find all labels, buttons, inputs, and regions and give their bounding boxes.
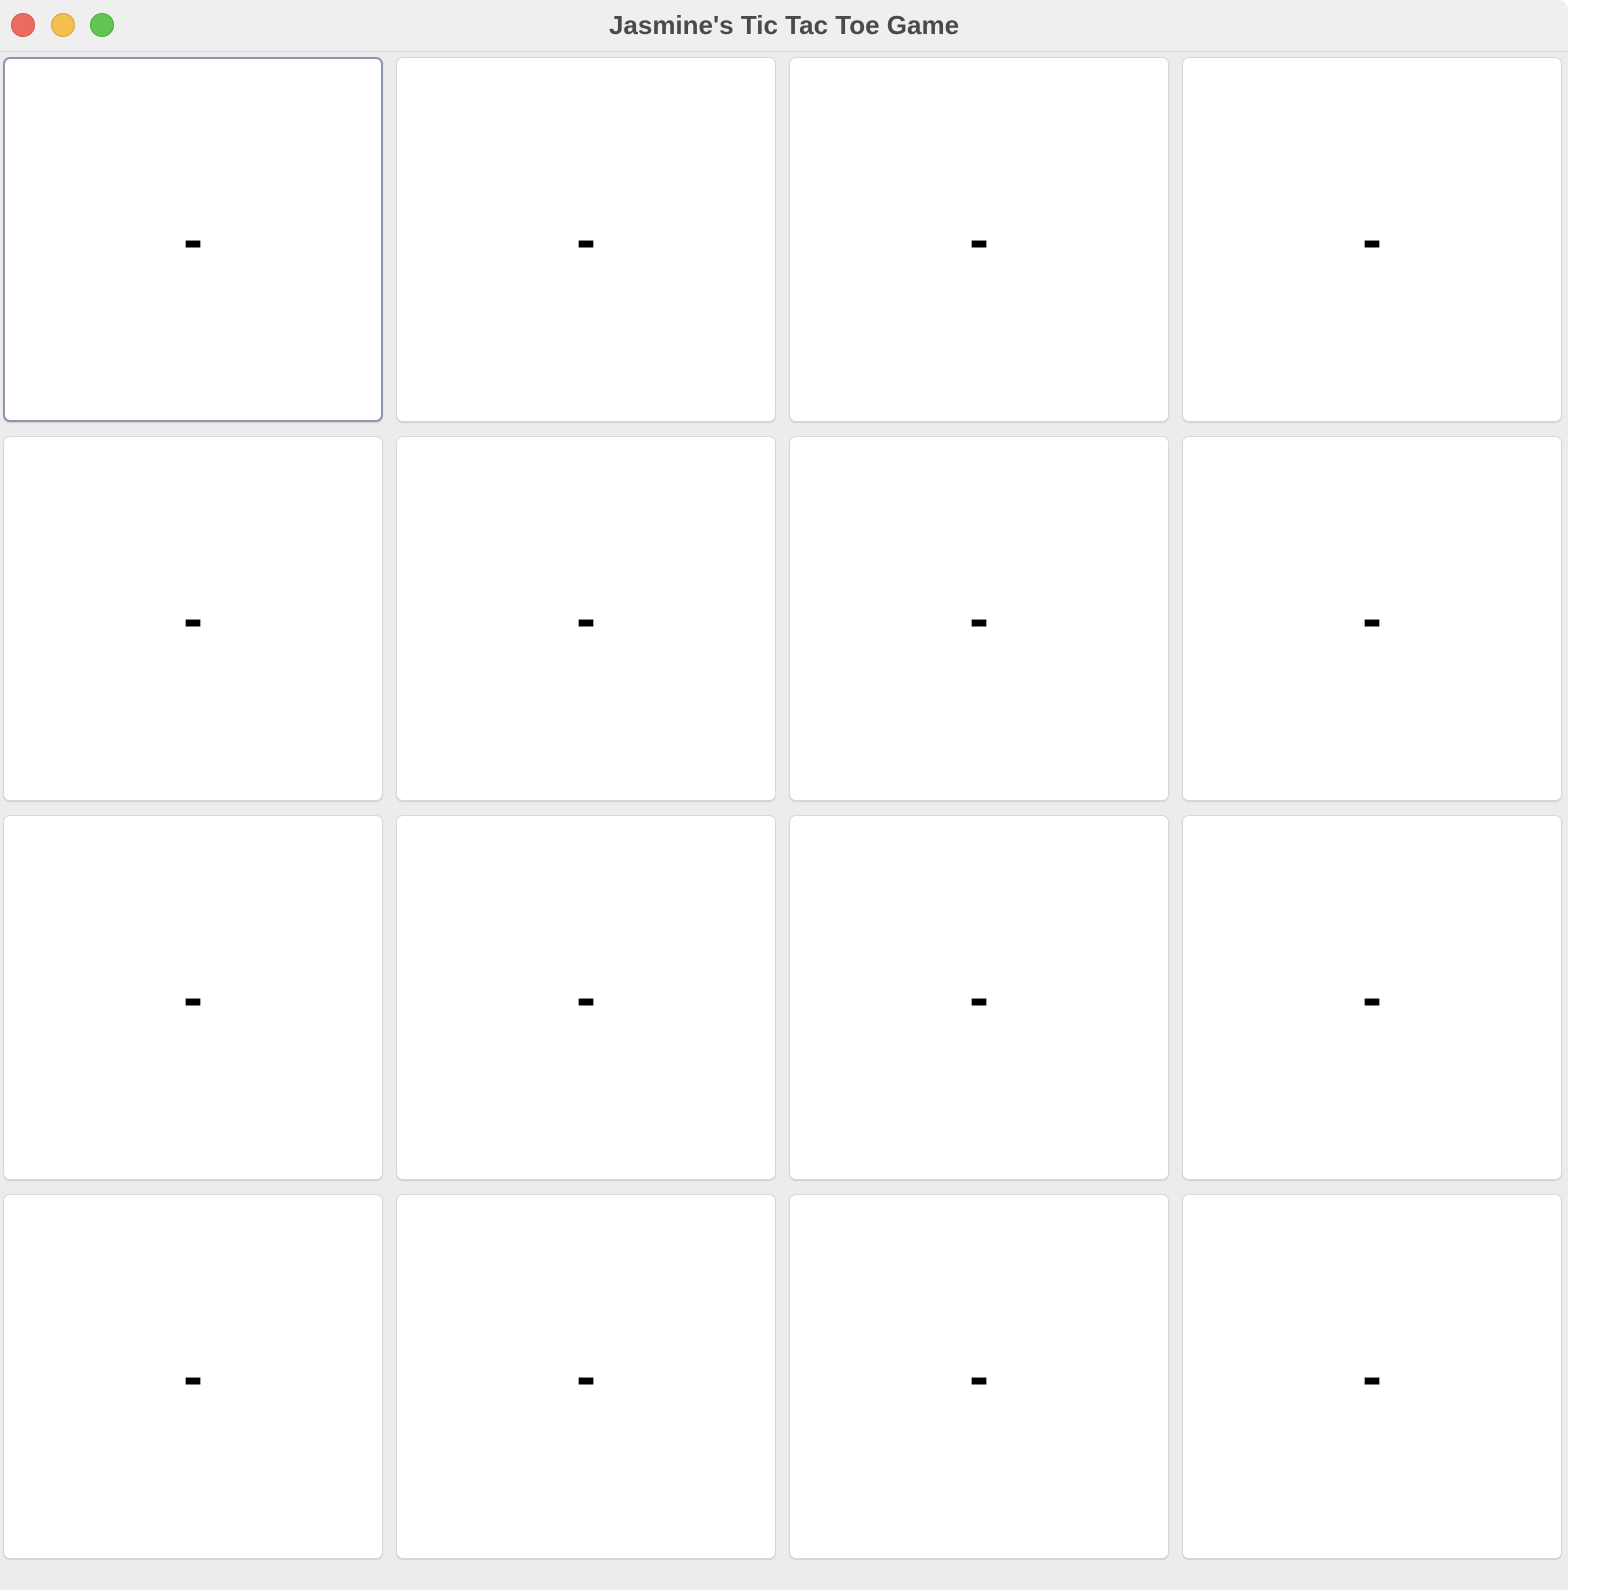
- board-cell-r4-c2[interactable]: -: [396, 1194, 776, 1559]
- board-cell-r2-c4[interactable]: -: [1182, 436, 1562, 801]
- cell-mark: -: [183, 1343, 203, 1409]
- cell-mark: -: [576, 585, 596, 651]
- cell-mark: -: [1362, 206, 1382, 272]
- board-cell-r4-c1[interactable]: -: [3, 1194, 383, 1559]
- board-cell-r1-c4[interactable]: -: [1182, 57, 1562, 422]
- board-cell-r1-c3[interactable]: -: [789, 57, 1169, 422]
- cell-mark: -: [1362, 1343, 1382, 1409]
- board-cell-r3-c4[interactable]: -: [1182, 815, 1562, 1180]
- board-cell-r2-c3[interactable]: -: [789, 436, 1169, 801]
- cell-mark: -: [576, 1343, 596, 1409]
- cell-mark: -: [1362, 964, 1382, 1030]
- cell-mark: -: [183, 964, 203, 1030]
- board-cell-r4-c4[interactable]: -: [1182, 1194, 1562, 1559]
- board-cell-r2-c2[interactable]: -: [396, 436, 776, 801]
- board-cell-r1-c2[interactable]: -: [396, 57, 776, 422]
- cell-mark: -: [969, 585, 989, 651]
- cell-mark: -: [969, 206, 989, 272]
- cell-mark: -: [183, 585, 203, 651]
- board-cell-r3-c1[interactable]: -: [3, 815, 383, 1180]
- board-cell-r3-c3[interactable]: -: [789, 815, 1169, 1180]
- title-bar[interactable]: Jasmine's Tic Tac Toe Game: [0, 0, 1568, 52]
- board-cell-r4-c3[interactable]: -: [789, 1194, 1169, 1559]
- cell-mark: -: [1362, 585, 1382, 651]
- window-frame: Jasmine's Tic Tac Toe Game - - - - - - -…: [0, 0, 1568, 1590]
- window-title: Jasmine's Tic Tac Toe Game: [608, 10, 960, 40]
- cell-mark: -: [576, 964, 596, 1030]
- cell-mark: -: [576, 206, 596, 272]
- app-window: Jasmine's Tic Tac Toe Game - - - - - - -…: [0, 0, 1598, 1590]
- desktop-background: [1568, 0, 1598, 1590]
- cell-mark: -: [183, 206, 203, 272]
- board-cell-r3-c2[interactable]: -: [396, 815, 776, 1180]
- board-cell-r1-c1[interactable]: -: [3, 57, 383, 422]
- board-cell-r2-c1[interactable]: -: [3, 436, 383, 801]
- cell-mark: -: [969, 964, 989, 1030]
- cell-mark: -: [969, 1343, 989, 1409]
